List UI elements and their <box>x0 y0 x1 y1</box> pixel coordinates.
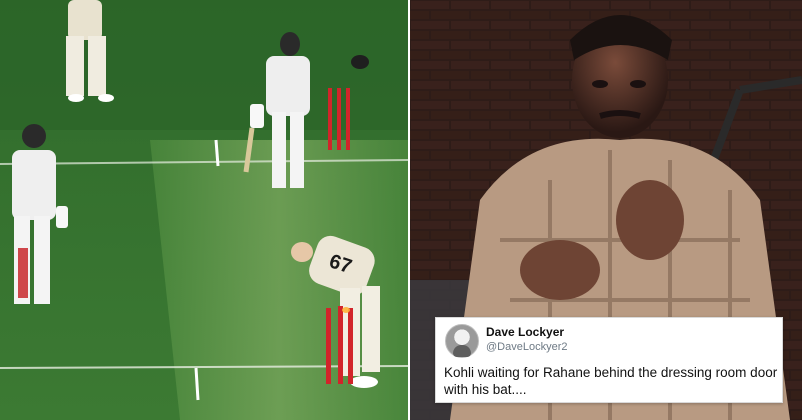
tweet-author-name[interactable]: Dave Lockyer <box>486 325 564 339</box>
tweet-text: Kohli waiting for Rahane behind the dres… <box>444 365 778 397</box>
tweet-author-handle[interactable]: @DaveLockyer2 <box>486 341 567 353</box>
stumps-far <box>328 88 350 150</box>
stumps-near <box>326 306 353 384</box>
profile-avatar[interactable] <box>445 324 479 358</box>
cricket-scene: 67 <box>0 0 408 420</box>
cricket-field-photo: 67 <box>0 0 408 420</box>
tweet-card: Dave Lockyer @DaveLockyer2 Kohli waiting… <box>435 317 783 403</box>
